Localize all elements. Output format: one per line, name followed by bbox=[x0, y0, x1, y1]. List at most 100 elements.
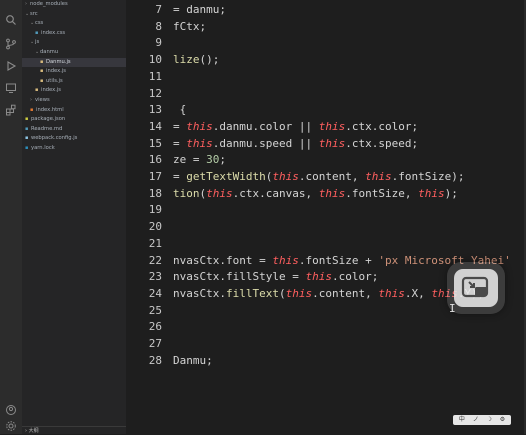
ime-item-0[interactable]: 中 bbox=[459, 415, 465, 425]
tree-item-label: danmu bbox=[40, 49, 59, 55]
tree-file[interactable]: ▪ yarn.lock bbox=[22, 144, 126, 153]
line-number: 14 bbox=[148, 119, 162, 133]
code-line[interactable]: 13 { bbox=[126, 102, 526, 118]
tree-folder[interactable]: ⌄src bbox=[22, 10, 126, 19]
code-token: this bbox=[318, 186, 346, 200]
code-token: fillText bbox=[225, 286, 279, 300]
code-line[interactable]: 20 bbox=[126, 219, 526, 235]
code-line[interactable]: 10 lize(); bbox=[126, 52, 526, 68]
ime-item-3[interactable]: ⚙ bbox=[500, 415, 505, 425]
extensions-icon[interactable] bbox=[5, 104, 17, 116]
line-number: 21 bbox=[148, 236, 162, 250]
settings-gear-icon[interactable] bbox=[5, 420, 17, 432]
code-line[interactable]: 18 tion(this.ctx.canvas, this.fontSize, t… bbox=[126, 186, 526, 202]
line-number: 24 bbox=[148, 286, 162, 300]
code-text: nvasCtx.fillText(this.content, this.X, t… bbox=[173, 286, 484, 302]
code-line[interactable]: 28 Danmu; bbox=[126, 353, 526, 369]
tree-folder[interactable]: ⌄danmu bbox=[22, 48, 126, 57]
code-token: .ctx.color; bbox=[345, 119, 419, 133]
code-text: ze = 30; bbox=[173, 152, 226, 168]
ime-item-1[interactable]: ノ bbox=[473, 415, 479, 425]
tree-folder[interactable]: ⌄css bbox=[22, 19, 126, 28]
code-line[interactable]: 11 bbox=[126, 69, 526, 85]
code-text: nvasCtx.fillStyle = this.color; bbox=[173, 269, 378, 285]
tree-file[interactable]: ▪ index.html bbox=[22, 106, 126, 115]
code-token: = bbox=[173, 170, 187, 183]
code-token: .fontSize + bbox=[298, 253, 379, 267]
code-token: .danmu.speed || bbox=[212, 136, 319, 150]
tree-item-label: index.html bbox=[36, 106, 64, 113]
code-token: this bbox=[318, 119, 346, 133]
tree-file[interactable]: ▪ index.css bbox=[22, 29, 126, 38]
tree-item-label: index.js bbox=[41, 87, 61, 94]
code-line[interactable]: 8 fCtx; bbox=[126, 19, 526, 35]
run-debug-icon[interactable] bbox=[5, 60, 17, 72]
code-token: this bbox=[365, 170, 392, 183]
line-number: 17 bbox=[148, 170, 162, 183]
code-editor[interactable]: 7 = danmu; 8 fCtx; 9 10 lize(); 11 12 13 {14 = thi… bbox=[126, 0, 526, 434]
tree-item-label: js bbox=[35, 39, 40, 46]
ime-toolbar[interactable]: 中 ノ ☽ ⚙ bbox=[453, 415, 511, 425]
code-line[interactable]: 14 = this.danmu.color || this.ctx.color; bbox=[126, 119, 526, 135]
tree-folder[interactable]: › views bbox=[22, 96, 126, 105]
code-token: this bbox=[272, 253, 299, 267]
tree-file[interactable]: ▪ Readme.md bbox=[22, 125, 126, 134]
line-number: 23 bbox=[148, 270, 162, 284]
code-line[interactable]: 16 ze = 30; bbox=[126, 152, 526, 168]
tree-file[interactable]: ▪ Danmu.js bbox=[22, 57, 126, 67]
code-token: ze = bbox=[173, 153, 207, 167]
code-token: .danmu.color || bbox=[212, 119, 319, 133]
code-token: .fontSize, bbox=[345, 186, 419, 200]
tree-file[interactable]: ▪ webpack.config.js bbox=[22, 134, 126, 143]
account-icon[interactable] bbox=[5, 404, 17, 416]
ime-item-2[interactable]: ☽ bbox=[487, 415, 492, 425]
code-line[interactable]: 9 bbox=[126, 35, 526, 51]
tree-item-label: Readme.md bbox=[31, 125, 63, 132]
code-token: .ctx.canvas, bbox=[232, 186, 319, 200]
line-number: 8 bbox=[155, 19, 162, 33]
code-token: this bbox=[378, 286, 405, 300]
line-number: 26 bbox=[148, 320, 162, 334]
code-line[interactable]: 7 = danmu; bbox=[126, 2, 526, 18]
line-number: 9 bbox=[155, 36, 162, 50]
code-token: Danmu; bbox=[173, 353, 213, 367]
line-number: 27 bbox=[148, 337, 162, 350]
tree-item-label: yarn.lock bbox=[31, 145, 55, 151]
code-token: ); bbox=[444, 186, 458, 200]
tree-item-label: views bbox=[35, 97, 50, 103]
code-token: fCtx; bbox=[173, 19, 207, 33]
tree-item-label: Danmu.js bbox=[46, 58, 71, 65]
line-number: 11 bbox=[148, 69, 162, 83]
pip-toggle-button[interactable] bbox=[447, 262, 505, 314]
code-token: ( bbox=[278, 286, 286, 300]
source-control-icon[interactable] bbox=[5, 38, 17, 50]
code-line[interactable]: 17 = getTextWidth(this.content, this.font… bbox=[126, 169, 526, 185]
code-token: nvasCtx. bbox=[173, 286, 226, 300]
outline-label: 大纲 bbox=[28, 428, 39, 434]
code-line[interactable]: 19 bbox=[126, 202, 526, 218]
tree-folder[interactable]: ⌄js bbox=[22, 38, 126, 47]
tree-item-label: css bbox=[35, 20, 44, 27]
tree-item-label: node_modules bbox=[30, 1, 68, 7]
code-text: { bbox=[173, 102, 187, 118]
tree-file[interactable]: ▪ index.js bbox=[22, 86, 126, 95]
code-text: fCtx; bbox=[173, 19, 206, 35]
code-token: = danmu; bbox=[173, 3, 226, 16]
code-token: = bbox=[173, 136, 187, 150]
code-token: ; bbox=[219, 153, 226, 167]
tree-folder[interactable]: › node_modules bbox=[22, 0, 126, 9]
search-icon[interactable] bbox=[5, 14, 17, 26]
code-text: tion(this.ctx.canvas, this.fontSize, thi… bbox=[173, 186, 458, 202]
outline-section-header[interactable]: › 大纲 bbox=[22, 426, 126, 434]
code-line[interactable]: 26 bbox=[126, 319, 526, 335]
tree-file[interactable]: ▪ utils.js bbox=[22, 77, 126, 86]
tree-file[interactable]: ▪ index.js bbox=[22, 67, 126, 76]
tree-file[interactable]: ▪ package.json bbox=[22, 115, 126, 124]
code-line[interactable]: 27 bbox=[126, 336, 526, 352]
remote-explorer-icon[interactable] bbox=[5, 82, 17, 94]
picture-in-picture-icon bbox=[454, 269, 498, 307]
code-line[interactable]: 21 bbox=[126, 236, 526, 252]
code-line[interactable]: 15 = this.danmu.speed || this.ctx.speed; bbox=[126, 136, 526, 152]
code-line[interactable]: 12 bbox=[126, 86, 526, 102]
tree-item-label: package.json bbox=[31, 116, 66, 123]
